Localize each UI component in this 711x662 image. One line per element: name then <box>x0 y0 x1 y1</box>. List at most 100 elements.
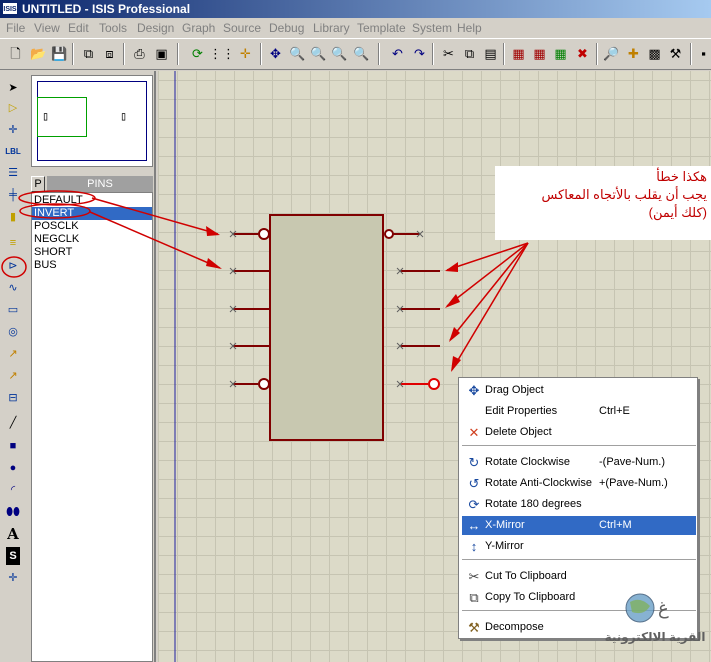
line-icon[interactable]: ╱ <box>3 414 23 432</box>
annotation-line: هكذا خطأ <box>656 169 707 184</box>
area-icon[interactable]: ▣ <box>152 44 171 63</box>
new-icon[interactable]: 🗋 <box>6 44 25 63</box>
bus-icon[interactable]: ╪ <box>3 186 23 204</box>
object-selector-panel: ▯ ▯ P PINS DEFAULT INVERT POSCLK NEGCLK … <box>28 71 156 662</box>
menu-debug[interactable]: Debug <box>269 21 304 35</box>
voltage-probe-icon[interactable]: ↗ <box>3 345 23 363</box>
menu-item-cut[interactable]: ✂ Cut To Clipboard <box>462 567 696 586</box>
menu-design[interactable]: Design <box>137 21 174 35</box>
path-icon[interactable]: ⬮⬮ <box>3 503 23 521</box>
menu-tools[interactable]: Tools <box>99 21 127 35</box>
rotate-ccw-icon: ↺ <box>468 476 480 491</box>
pin-type-item[interactable]: NEGCLK <box>32 233 152 246</box>
menu-item-delete-object[interactable]: ✕ Delete Object <box>462 423 696 442</box>
menu-view[interactable]: View <box>34 21 60 35</box>
generator-icon[interactable]: ◎ <box>3 323 23 341</box>
decompose-icon[interactable]: ⚒ <box>666 44 685 63</box>
print-icon[interactable]: ⎙ <box>130 44 149 63</box>
zoom-in-icon[interactable]: 🔍 <box>288 44 307 63</box>
pin-type-item[interactable]: SHORT <box>32 246 152 259</box>
export-icon[interactable]: ⧈ <box>100 44 119 63</box>
copy-icon: ⧉ <box>469 590 479 605</box>
paste-icon[interactable]: ▤ <box>481 44 500 63</box>
menu-item-drag-object[interactable]: ✥ Drag Object <box>462 381 696 400</box>
text-icon[interactable]: A <box>3 525 23 543</box>
tape-icon[interactable]: ▭ <box>3 301 23 319</box>
left-pins <box>233 228 270 390</box>
graph-icon[interactable]: ∿ <box>3 279 23 297</box>
origin-icon[interactable]: ✛ <box>236 44 255 63</box>
block-move-icon[interactable]: ▦ <box>530 44 549 63</box>
menu-help[interactable]: Help <box>457 21 482 35</box>
pins-list[interactable]: DEFAULT INVERT POSCLK NEGCLK SHORT BUS <box>31 192 153 662</box>
text-script-icon[interactable]: ☰ <box>3 164 23 182</box>
refresh-icon[interactable]: ⟳ <box>188 44 207 63</box>
menu-source[interactable]: Source <box>223 21 261 35</box>
open-icon[interactable]: 📂 <box>29 44 48 63</box>
menu-library[interactable]: Library <box>313 21 350 35</box>
mode-toolbar: ➤ ▷ ✛ LBL ☰ ╪ ▮ ≡ ⊳ ∿ ▭ ◎ ↗ ↗ ⊟ ╱ ■ ● ◜ … <box>0 71 28 662</box>
marker-icon[interactable]: ✛ <box>3 569 23 587</box>
menu-template[interactable]: Template <box>357 21 406 35</box>
save-icon[interactable]: 💾 <box>50 44 69 63</box>
rotate-cw-icon: ↻ <box>468 455 480 470</box>
window-title: UNTITLED - ISIS Professional <box>22 2 191 16</box>
make-device-icon[interactable]: ✚ <box>624 44 643 63</box>
device-pin-icon[interactable]: ⊳ <box>3 257 23 275</box>
wire-label-icon[interactable]: LBL <box>3 143 23 161</box>
subcircuit-icon[interactable]: ▮ <box>3 208 23 226</box>
rotate-180-icon: ⟳ <box>468 497 480 512</box>
block-delete-icon[interactable]: ✖ <box>573 44 592 63</box>
symbol-icon[interactable]: S <box>6 547 20 565</box>
zoom-all-icon[interactable]: 🔍 <box>330 44 349 63</box>
package-icon[interactable]: ▩ <box>645 44 664 63</box>
import-icon[interactable]: ⧉ <box>79 44 98 63</box>
block-copy-icon[interactable]: ▦ <box>509 44 528 63</box>
zoom-area-icon[interactable]: 🔍 <box>352 44 371 63</box>
menu-item-x-mirror[interactable]: ↔ X-Mirror Ctrl+M <box>462 516 696 535</box>
redo-icon[interactable]: ↷ <box>410 44 429 63</box>
copy-icon[interactable]: ⧉ <box>460 44 479 63</box>
circle-icon[interactable]: ● <box>3 459 23 477</box>
menu-item-rotate-anticlockwise[interactable]: ↺ Rotate Anti-Clockwise +(Pave-Num.) <box>462 474 696 493</box>
pin-type-item[interactable]: INVERT <box>32 207 152 220</box>
menu-item-rotate-clockwise[interactable]: ↻ Rotate Clockwise -(Pave-Num.) <box>462 453 696 472</box>
grid-icon[interactable]: ⋮⋮ <box>209 44 235 63</box>
watermark-logo: ﻍ القرية الالكترونية <box>600 590 710 660</box>
menu-item-y-mirror[interactable]: ↕ Y-Mirror <box>462 537 696 556</box>
terminal-icon[interactable]: ≡ <box>3 234 23 252</box>
menu-system[interactable]: System <box>412 21 452 35</box>
menu-edit[interactable]: Edit <box>68 21 89 35</box>
menu-item-rotate-180[interactable]: ⟳ Rotate 180 degrees <box>462 495 696 514</box>
pan-icon[interactable]: ✥ <box>266 44 285 63</box>
pick-button[interactable]: P <box>31 176 45 192</box>
selected-pin[interactable] <box>400 378 440 390</box>
watermark-text: القرية الالكترونية <box>604 630 706 644</box>
menu-item-edit-properties[interactable]: Edit Properties Ctrl+E <box>462 402 696 421</box>
pin-type-item[interactable]: POSCLK <box>32 220 152 233</box>
menu-graph[interactable]: Graph <box>182 21 215 35</box>
delete-icon: ✕ <box>468 425 480 440</box>
block-rotate-icon[interactable]: ▦ <box>551 44 570 63</box>
component-icon[interactable]: ▷ <box>3 99 23 117</box>
extra-tool-icon[interactable]: ▪ <box>694 44 711 63</box>
box-icon[interactable]: ■ <box>3 437 23 455</box>
zoom-out-icon[interactable]: 🔍 <box>309 44 328 63</box>
virtual-instrument-icon[interactable]: ⊟ <box>3 389 23 407</box>
component-body[interactable] <box>269 214 384 441</box>
pick-icon[interactable]: 🔎 <box>602 44 621 63</box>
pin-type-item[interactable]: DEFAULT <box>32 194 152 207</box>
arc-icon[interactable]: ◜ <box>3 481 23 499</box>
pins-caption: PINS <box>47 176 153 192</box>
junction-icon[interactable]: ✛ <box>3 121 23 139</box>
cut-icon[interactable]: ✂ <box>439 44 458 63</box>
pin-type-item[interactable]: BUS <box>32 259 152 272</box>
overview-window[interactable]: ▯ ▯ <box>31 75 153 167</box>
current-probe-icon[interactable]: ↗ <box>3 367 23 385</box>
menu-file[interactable]: File <box>6 21 25 35</box>
overview-component-marker: ▯ <box>42 109 50 123</box>
overview-component-marker: ▯ <box>120 109 128 123</box>
pointer-icon[interactable]: ➤ <box>3 79 23 97</box>
undo-icon[interactable]: ↶ <box>388 44 407 63</box>
x-mirror-icon: ↔ <box>467 518 481 533</box>
